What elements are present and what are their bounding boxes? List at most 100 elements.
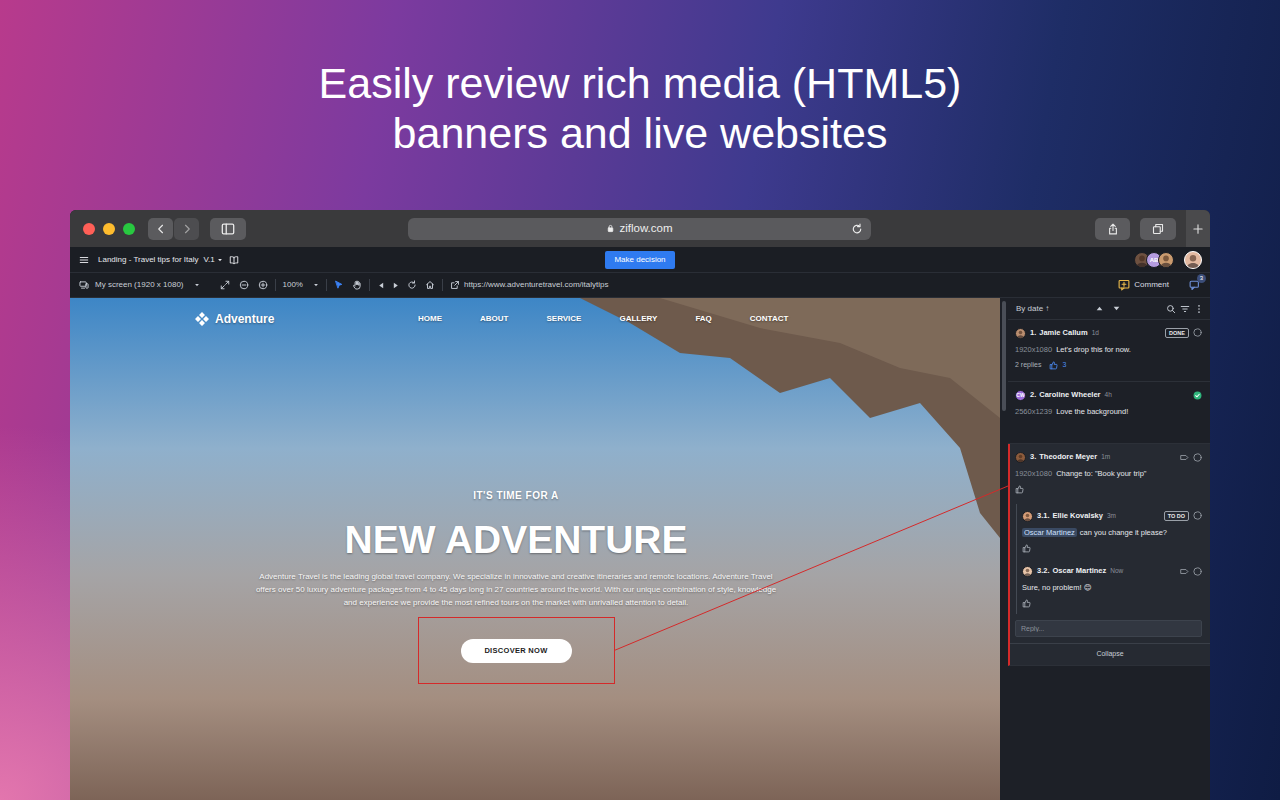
screen-size: 1920x1080 (1015, 345, 1052, 354)
reload-icon[interactable] (851, 223, 863, 235)
reply-input[interactable] (1015, 620, 1202, 637)
menu-icon[interactable] (79, 255, 89, 265)
comment-body: can you change it please? (1080, 528, 1167, 537)
mention-chip[interactable]: Oscar Martinez (1022, 528, 1077, 537)
site-nav-link[interactable]: SERVICE (546, 313, 581, 325)
page-url[interactable]: https://www.adventuretravel.com/italytip… (464, 279, 609, 291)
status-badge[interactable]: DONE (1165, 328, 1189, 338)
fit-screen-icon[interactable] (220, 280, 230, 290)
avatar[interactable] (1158, 252, 1174, 268)
tag-icon[interactable] (1180, 567, 1189, 576)
thumbs-up-icon[interactable] (1015, 485, 1024, 494)
avatar[interactable] (1022, 566, 1033, 577)
home-icon[interactable] (425, 280, 435, 290)
back-button[interactable] (148, 218, 173, 240)
next-icon[interactable] (391, 281, 400, 290)
refresh-icon[interactable] (407, 280, 417, 290)
comment-time: 1m (1101, 452, 1110, 462)
site-nav-link[interactable]: CONTACT (750, 313, 789, 325)
tabs-button[interactable] (1140, 218, 1176, 240)
avatar[interactable] (1022, 511, 1033, 522)
zoom-button[interactable] (123, 223, 135, 235)
resolved-check-icon[interactable] (1193, 391, 1202, 400)
make-decision-button[interactable]: Make decision (605, 251, 674, 269)
zoom-out-icon[interactable] (239, 280, 249, 290)
like-button[interactable] (1022, 544, 1031, 553)
site-nav-link[interactable]: GALLERY (619, 313, 657, 325)
external-link-icon[interactable] (450, 280, 460, 290)
devices-icon[interactable] (79, 280, 89, 290)
resolve-circle-icon[interactable] (1193, 567, 1202, 576)
reply-item[interactable]: 3.1.Ellie Kovalsky3mTO DOOscar Martinezc… (1022, 504, 1202, 559)
caret-down-icon[interactable] (313, 282, 319, 288)
comment-card[interactable]: CW2.Caroline Wheeler4h2560x1239Love the … (1008, 382, 1210, 444)
hero-section: IT'S TIME FOR A NEW ADVENTURE Adventure … (70, 490, 1000, 684)
site-nav-link[interactable]: HOME (418, 313, 442, 325)
previous-comment-icon[interactable] (1095, 304, 1104, 313)
new-tab-button[interactable] (1186, 210, 1210, 247)
avatar[interactable] (1184, 251, 1202, 269)
avatar[interactable] (1015, 328, 1026, 339)
thumbs-up-icon[interactable] (1049, 361, 1058, 370)
like-button[interactable]: 3 (1049, 360, 1066, 371)
comment-body: Change to: "Book your trip" (1056, 469, 1146, 478)
reply-item[interactable]: 3.2.Oscar MartinezNowSure, no problem! 😊 (1022, 559, 1202, 614)
share-button[interactable] (1095, 218, 1130, 240)
book-icon[interactable] (229, 255, 239, 265)
comment-card[interactable]: 3.Theodore Meyer1m1920x1080Change to: "B… (1008, 444, 1210, 666)
site-nav-link[interactable]: ABOUT (480, 313, 508, 325)
brand-name[interactable]: Adventure (215, 310, 274, 328)
thumbs-up-icon[interactable] (1022, 599, 1031, 608)
like-button[interactable] (1015, 485, 1024, 494)
discover-button[interactable]: DISCOVER NOW (461, 639, 572, 663)
caret-down-icon[interactable] (194, 282, 200, 288)
avatar[interactable] (1015, 452, 1026, 463)
comment-card[interactable]: 1.Jamie Callum1dDONE1920x1080Let's drop … (1008, 320, 1210, 382)
scrollbar[interactable] (1002, 301, 1006, 411)
zoom-in-icon[interactable] (258, 280, 268, 290)
collapse-button[interactable]: Collapse (1010, 643, 1210, 665)
version-dropdown[interactable]: V.1 (204, 254, 223, 266)
comments-toggle[interactable]: 3 (1189, 279, 1201, 291)
like-button[interactable] (1022, 599, 1031, 608)
replies-link[interactable]: 2 replies (1015, 360, 1041, 371)
status-badge[interactable]: TO DO (1164, 511, 1189, 521)
screen-size: 1920x1080 (1015, 469, 1052, 478)
close-button[interactable] (83, 223, 95, 235)
thumbs-up-icon[interactable] (1022, 544, 1031, 553)
resolve-circle-icon[interactable] (1193, 453, 1202, 462)
comment-list: 1.Jamie Callum1dDONE1920x1080Let's drop … (1008, 320, 1210, 666)
share-icon (1107, 223, 1119, 235)
headline-line: Easily review rich media (HTML5) (0, 58, 1280, 108)
pointer-icon[interactable] (334, 280, 344, 290)
previous-icon[interactable] (377, 281, 386, 290)
site-logo[interactable]: Adventure (194, 310, 418, 328)
comment-body: Sure, no problem! 😊 (1022, 583, 1092, 592)
sort-select[interactable]: By date ↑ (1016, 303, 1049, 315)
forward-button[interactable] (174, 218, 199, 240)
website-preview[interactable]: Adventure HOME ABOUT SERVICE GALLERY FAQ CONT… (70, 298, 1000, 800)
resolve-circle-icon[interactable] (1193, 328, 1202, 337)
screen-size-select[interactable]: My screen (1920 x 1080) (95, 279, 184, 291)
caret-down-icon (217, 257, 223, 263)
version-label[interactable]: V.1 (204, 254, 215, 266)
filter-icon[interactable] (1180, 304, 1190, 314)
avatar[interactable]: CW (1015, 390, 1026, 401)
search-icon[interactable] (1166, 304, 1176, 314)
hand-icon[interactable] (352, 280, 362, 290)
site-nav-link[interactable]: FAQ (695, 313, 711, 325)
annotation-box[interactable]: DISCOVER NOW (418, 617, 615, 684)
next-comment-icon[interactable] (1112, 304, 1121, 313)
address-text[interactable]: ziflow.com (619, 220, 672, 237)
add-comment-icon (1118, 279, 1130, 291)
tag-icon[interactable] (1180, 453, 1189, 462)
comment-button[interactable]: Comment (1118, 279, 1169, 291)
zoom-level[interactable]: 100% (283, 279, 303, 291)
more-icon[interactable] (1194, 304, 1204, 314)
resolve-circle-icon[interactable] (1193, 511, 1202, 520)
comment-author: 1.Jamie Callum (1030, 327, 1088, 338)
minimize-button[interactable] (103, 223, 115, 235)
sidebar-button[interactable] (210, 218, 246, 240)
comment-label[interactable]: Comment (1134, 279, 1169, 291)
address-bar[interactable]: ziflow.com (408, 218, 871, 240)
